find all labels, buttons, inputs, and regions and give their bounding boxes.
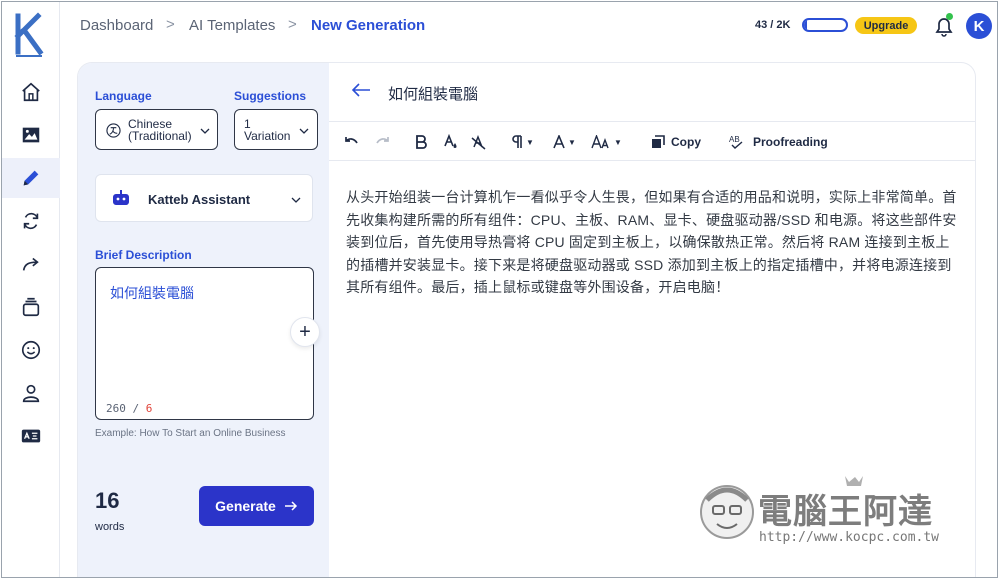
- undo-icon: [345, 137, 358, 144]
- breadcrumb-separator: >: [288, 16, 297, 33]
- sidebar-item-emoji[interactable]: [2, 330, 60, 370]
- font-size-icon: [591, 135, 609, 149]
- suggestions-select[interactable]: 1 Variation: [234, 109, 318, 150]
- assistant-name: Katteb Assistant: [148, 192, 251, 207]
- font-button[interactable]: ▼: [553, 131, 576, 153]
- breadcrumb-dashboard[interactable]: Dashboard: [80, 17, 153, 34]
- generate-button[interactable]: Generate: [199, 486, 314, 526]
- add-button[interactable]: +: [290, 317, 320, 347]
- editor-toolbar: ▼ ▼ ▼ Copy AB Proofreading: [329, 121, 975, 161]
- user-icon: [22, 384, 40, 403]
- suggestions-value: Variation: [244, 129, 291, 143]
- spellcheck-icon: AB: [729, 135, 743, 149]
- brief-description-textarea[interactable]: 如何組裝電腦 260 / 6: [95, 267, 314, 420]
- sidebar-item-share[interactable]: [2, 244, 60, 284]
- watermark-url: http://www.kocpc.com.tw: [759, 530, 940, 545]
- sidebar-item-profile[interactable]: [2, 373, 60, 413]
- bold-icon: [416, 135, 427, 149]
- language-select[interactable]: Chinese (Traditional): [95, 109, 218, 150]
- word-count: 16: [95, 488, 120, 513]
- sidebar-item-translate[interactable]: [2, 416, 60, 456]
- pencil-icon: [23, 170, 39, 186]
- usage-progress-bar: [802, 18, 848, 32]
- language-value: (Traditional): [128, 129, 192, 143]
- clear-format-button[interactable]: [471, 131, 487, 153]
- app-logo[interactable]: [12, 12, 48, 60]
- image-icon: [22, 127, 40, 143]
- arrow-right-icon: [284, 501, 297, 511]
- proofreading-button[interactable]: AB Proofreading: [729, 131, 828, 153]
- chevron-down-icon: [291, 197, 301, 203]
- app-window: Dashboard > AI Templates > New Generatio…: [1, 1, 998, 578]
- upgrade-button[interactable]: Upgrade: [855, 17, 917, 34]
- text-color-icon: [444, 134, 457, 148]
- generated-content[interactable]: 从头开始组装一台计算机乍一看似乎令人生畏，但如果有合适的用品和说明，实际上非常简…: [346, 186, 958, 299]
- suggestions-label: Suggestions: [234, 89, 307, 103]
- usage-progress-fill: [804, 20, 808, 30]
- brief-description-label: Brief Description: [95, 248, 192, 262]
- example-hint: Example: How To Start an Online Business: [95, 428, 286, 439]
- copy-label: Copy: [671, 135, 701, 149]
- chevron-down-icon: [200, 128, 210, 134]
- language-label: Language: [95, 89, 152, 103]
- redo-icon: [376, 137, 389, 144]
- character-counter: 260 / 6: [106, 402, 153, 415]
- bold-button[interactable]: [415, 131, 427, 153]
- font-icon: [553, 135, 565, 149]
- watermark-text: 電腦王阿達: [758, 493, 933, 531]
- brief-description-value: 如何組裝電腦: [110, 285, 194, 301]
- translate-icon: [106, 123, 121, 138]
- id-card-icon: [21, 429, 41, 443]
- paragraph-button[interactable]: ▼: [511, 131, 534, 153]
- sidebar-item-layers[interactable]: [2, 287, 60, 327]
- layers-icon: [22, 297, 40, 317]
- share-icon: [22, 257, 39, 271]
- arrow-left-icon[interactable]: [351, 82, 371, 98]
- top-bar: Dashboard > AI Templates > New Generatio…: [60, 2, 997, 52]
- font-size-button[interactable]: ▼: [591, 131, 622, 153]
- refresh-icon: [23, 212, 39, 230]
- sidebar-item-images[interactable]: [2, 115, 60, 155]
- robot-icon: [113, 190, 129, 205]
- smiley-icon: [21, 340, 41, 360]
- generate-label: Generate: [215, 498, 276, 514]
- assistant-select[interactable]: Katteb Assistant: [95, 174, 313, 222]
- home-icon: [22, 82, 40, 102]
- sidebar-item-write[interactable]: [2, 158, 60, 198]
- sidebar-item-home[interactable]: [2, 72, 60, 112]
- undo-button[interactable]: [343, 131, 359, 153]
- text-color-button[interactable]: [443, 131, 459, 153]
- sidebar-item-rewrite[interactable]: [2, 201, 60, 241]
- proofreading-label: Proofreading: [753, 135, 828, 149]
- word-count-label: words: [95, 521, 125, 533]
- document-title: 如何組裝電腦: [388, 86, 479, 103]
- clear-format-icon: [471, 134, 486, 150]
- breadcrumb-separator: >: [166, 16, 175, 33]
- breadcrumb-ai-templates[interactable]: AI Templates: [189, 17, 275, 34]
- generation-form: Language Suggestions Chinese (Traditiona…: [78, 63, 329, 577]
- paragraph-icon: [512, 135, 522, 148]
- copy-icon: [652, 135, 665, 148]
- svg-text:AB: AB: [729, 135, 740, 144]
- usage-count: 43 / 2K: [755, 19, 791, 31]
- chevron-down-icon: [299, 128, 309, 134]
- breadcrumb-current: New Generation: [311, 17, 426, 34]
- notification-dot: [946, 13, 953, 20]
- redo-button[interactable]: [375, 131, 391, 153]
- copy-button[interactable]: Copy: [651, 131, 701, 153]
- avatar[interactable]: K: [966, 13, 992, 39]
- sidebar: [2, 2, 60, 577]
